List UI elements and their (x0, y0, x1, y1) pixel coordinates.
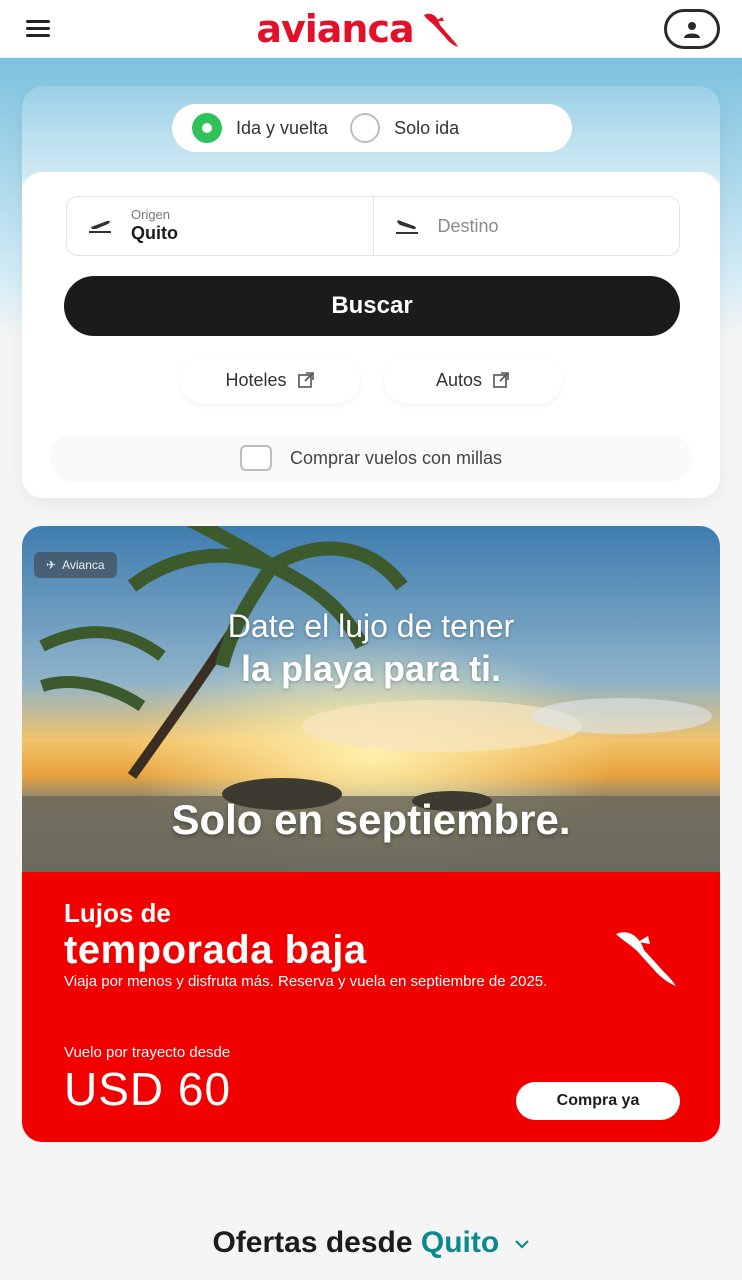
plane-landing-icon (394, 216, 420, 236)
offers-city-value: Quito (420, 1226, 500, 1259)
promo-headline-2: la playa para ti. (240, 648, 502, 689)
miles-label: Comprar vuelos con millas (289, 447, 503, 468)
trip-option-oneway[interactable]: Solo ida (350, 113, 459, 143)
origin-label: Origen (131, 207, 171, 222)
trip-option-round-label: Ida y vuelta (236, 117, 329, 138)
miles-option-row: Comprar vuelos con millas (50, 434, 692, 482)
external-links-row: Hoteles Autos (0, 356, 742, 406)
brand-name: avianca (256, 6, 414, 51)
avianca-logo[interactable]: avianca (256, 7, 461, 51)
promo-description: Viaja por menos y disfruta más. Reserva … (64, 973, 548, 990)
account-button[interactable] (664, 8, 720, 49)
external-link-icon (297, 372, 314, 388)
top-header: avianca (0, 0, 742, 58)
hamburger-menu-icon[interactable] (26, 15, 54, 43)
destination-placeholder: Destino (437, 215, 499, 236)
offers-city-selector[interactable]: Quito (421, 1226, 530, 1259)
promo-banner[interactable]: ✈ Avianca Date el lujo de tener la playa… (22, 526, 720, 1142)
bird-logo-icon (423, 13, 458, 47)
promo-badge: ✈ Avianca (34, 552, 117, 578)
radio-unselected-icon[interactable] (350, 113, 381, 143)
search-button[interactable]: Buscar (64, 276, 680, 336)
promo-badge-label: Avianca (62, 558, 105, 572)
origin-value: Quito (131, 223, 178, 243)
chevron-down-icon (514, 1240, 529, 1249)
destination-field[interactable]: Destino (372, 197, 680, 255)
offers-title-prefix: Ofertas desde (212, 1226, 413, 1259)
hotels-link[interactable]: Hoteles (180, 356, 360, 404)
promo-from-label: Vuelo por trayecto desde (64, 1044, 231, 1061)
trip-option-oneway-label: Solo ida (394, 117, 460, 138)
promo-offer-panel: Lujos de temporada baja Viaja por menos … (22, 872, 720, 1142)
promo-price: USD 60 (64, 1063, 232, 1115)
trip-type-toggle: Ida y vuelta Solo ida (172, 104, 572, 152)
origin-field[interactable]: Origen Quito (67, 197, 373, 255)
cars-link-label: Autos (435, 369, 483, 390)
cars-link[interactable]: Autos (384, 356, 562, 404)
buy-now-button[interactable]: Compra ya (516, 1082, 680, 1120)
promo-title: temporada baja (64, 928, 367, 972)
hotels-link-label: Hoteles (225, 369, 287, 390)
promo-kicker: Lujos de (64, 898, 171, 928)
user-icon (684, 21, 700, 38)
plane-icon: ✈ (46, 558, 57, 572)
miles-checkbox[interactable] (239, 445, 272, 471)
origin-destination-row: Origen Quito Destino (66, 196, 680, 256)
promo-headline-3: Solo en septiembre. (171, 796, 571, 843)
plane-takeoff-icon (87, 216, 113, 236)
offers-heading: Ofertas desde Quito (0, 1226, 742, 1260)
promo-headline-1: Date el lujo de tener (227, 608, 515, 644)
trip-option-round[interactable]: Ida y vuelta (192, 113, 328, 143)
bird-logo-icon (616, 932, 676, 986)
radio-selected-icon[interactable] (192, 113, 222, 143)
external-link-icon (493, 372, 509, 388)
